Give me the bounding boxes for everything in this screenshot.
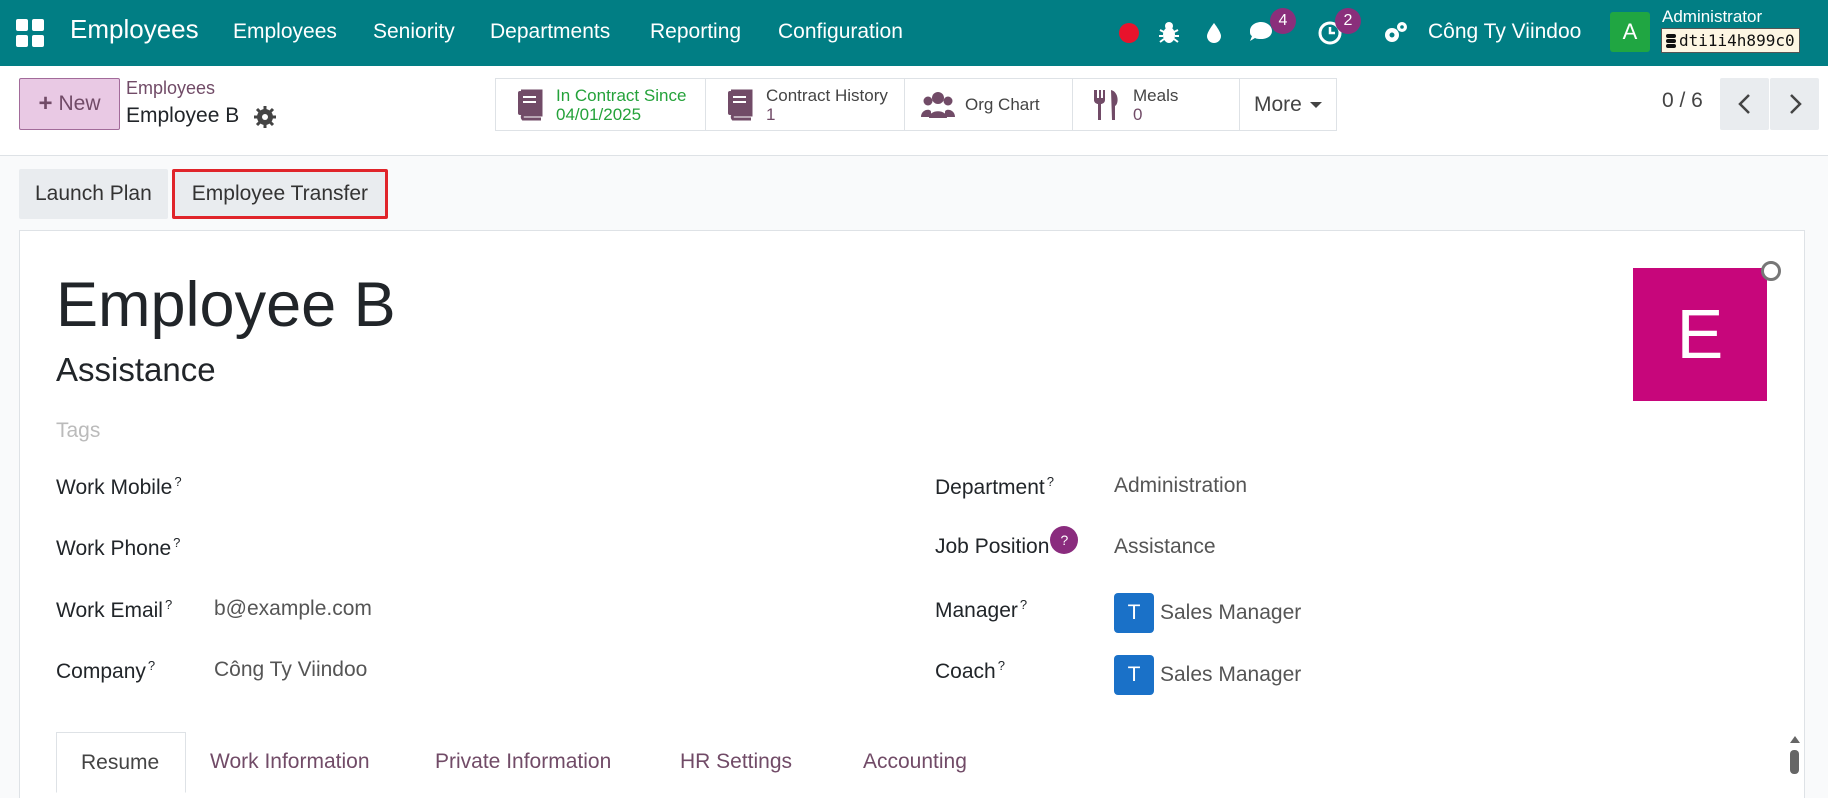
smart-button-meals[interactable]: Meals 0 xyxy=(1073,79,1240,130)
meals-label: Meals xyxy=(1133,85,1179,105)
book-icon xyxy=(728,89,753,120)
chevron-right-icon xyxy=(1789,94,1802,114)
tab-hr-settings[interactable]: HR Settings xyxy=(656,732,816,792)
notebook-tabs: Resume Work Information Private Informat… xyxy=(56,732,1776,798)
coach-label: Coach? xyxy=(935,658,1005,683)
user-avatar[interactable]: A xyxy=(1610,12,1650,52)
new-button[interactable]: + New xyxy=(19,78,120,130)
pager-value[interactable]: 0 / 6 xyxy=(1662,89,1703,113)
pager-next-button[interactable] xyxy=(1770,78,1819,130)
tab-resume[interactable]: Resume xyxy=(56,732,186,793)
company-switcher[interactable]: Công Ty Viindoo xyxy=(1428,20,1581,44)
help-tooltip-icon[interactable]: ? xyxy=(1050,526,1079,554)
coach-name: Sales Manager xyxy=(1160,663,1302,686)
work-phone-label: Work Phone? xyxy=(56,535,181,560)
org-chart-label: Org Chart xyxy=(965,95,1040,114)
caret-down-icon xyxy=(1309,101,1322,108)
app-title[interactable]: Employees xyxy=(70,14,199,45)
job-position-label: Job Position? xyxy=(935,526,1079,559)
department-label: Department? xyxy=(935,474,1054,499)
database-chip: dti1i4h899c0 xyxy=(1661,28,1800,53)
plus-icon: + xyxy=(38,90,53,117)
messages-badge: 4 xyxy=(1270,8,1296,34)
database-name: dti1i4h899c0 xyxy=(1679,31,1795,50)
employee-name-field[interactable]: Employee B xyxy=(56,269,396,341)
smart-buttons: In Contract Since 04/01/2025 Contract His… xyxy=(495,78,1337,131)
manager-field[interactable]: T Sales Manager xyxy=(1114,593,1301,633)
contract-history-value: 1 xyxy=(766,104,776,124)
bug-icon[interactable] xyxy=(1154,18,1184,48)
work-mobile-label: Work Mobile? xyxy=(56,474,182,499)
contract-history-label: Contract History xyxy=(766,85,888,105)
scrollbar-thumb[interactable] xyxy=(1790,750,1799,774)
work-email-label: Work Email? xyxy=(56,597,173,622)
settings-gears-icon[interactable] xyxy=(1381,18,1411,48)
tab-work-information[interactable]: Work Information xyxy=(186,732,394,792)
presence-status-icon xyxy=(1761,261,1781,281)
company-label: Company? xyxy=(56,658,156,683)
record-icon[interactable] xyxy=(1114,18,1144,48)
user-name[interactable]: Administrator xyxy=(1662,7,1762,27)
utensils-icon xyxy=(1094,89,1118,120)
users-icon xyxy=(921,91,955,118)
manager-name: Sales Manager xyxy=(1160,601,1302,624)
contract-since-value: 04/01/2025 xyxy=(556,104,642,124)
menu-configuration[interactable]: Configuration xyxy=(778,20,903,44)
launch-plan-button[interactable]: Launch Plan xyxy=(19,169,168,219)
department-field[interactable]: Administration xyxy=(1114,474,1247,498)
chevron-left-icon xyxy=(1737,94,1750,114)
new-button-label: New xyxy=(58,92,101,115)
coach-field[interactable]: T Sales Manager xyxy=(1114,655,1301,695)
coach-avatar: T xyxy=(1114,655,1154,695)
work-email-field[interactable]: b@example.com xyxy=(214,597,372,621)
scrollbar-up-arrow[interactable] xyxy=(1790,736,1800,743)
job-position-field[interactable]: Assistance xyxy=(1114,535,1216,559)
control-panel: + New Employees Employee B In Contract S… xyxy=(0,66,1828,156)
smart-button-contract-history[interactable]: Contract History 1 xyxy=(706,79,905,130)
top-navbar: Employees Employees Seniority Department… xyxy=(0,0,1828,66)
job-title-field[interactable]: Assistance xyxy=(56,351,216,389)
more-label: More xyxy=(1254,92,1302,116)
pager-previous-button[interactable] xyxy=(1720,78,1769,130)
meals-value: 0 xyxy=(1133,104,1143,124)
book-icon xyxy=(518,89,543,120)
smart-button-contract[interactable]: In Contract Since 04/01/2025 xyxy=(496,79,706,130)
database-icon xyxy=(1666,33,1676,48)
menu-reporting[interactable]: Reporting xyxy=(650,20,741,44)
manager-avatar: T xyxy=(1114,593,1154,633)
tab-accounting[interactable]: Accounting xyxy=(839,732,991,792)
smart-button-org-chart[interactable]: Org Chart xyxy=(905,79,1073,130)
company-field[interactable]: Công Ty Viindoo xyxy=(214,658,367,682)
apps-menu-icon[interactable] xyxy=(16,19,44,47)
employee-photo[interactable]: E xyxy=(1633,268,1767,401)
menu-seniority[interactable]: Seniority xyxy=(373,20,455,44)
droplet-icon[interactable] xyxy=(1199,18,1229,48)
form-sheet: Employee B Assistance Tags E Work Mobile… xyxy=(19,230,1805,798)
breadcrumb-current: Employee B xyxy=(126,104,240,127)
more-dropdown[interactable]: More xyxy=(1240,79,1336,130)
tags-field[interactable]: Tags xyxy=(56,419,100,443)
menu-departments[interactable]: Departments xyxy=(490,20,610,44)
statusbar-buttons: Launch Plan Employee Transfer xyxy=(19,169,389,219)
menu-employees[interactable]: Employees xyxy=(233,20,337,44)
breadcrumb-parent[interactable]: Employees xyxy=(126,78,215,99)
gear-icon[interactable] xyxy=(254,106,276,128)
activities-badge: 2 xyxy=(1335,8,1361,34)
tab-private-information[interactable]: Private Information xyxy=(411,732,635,792)
employee-transfer-button[interactable]: Employee Transfer xyxy=(171,169,389,219)
contract-since-label: In Contract Since xyxy=(556,85,687,105)
manager-label: Manager? xyxy=(935,597,1028,622)
